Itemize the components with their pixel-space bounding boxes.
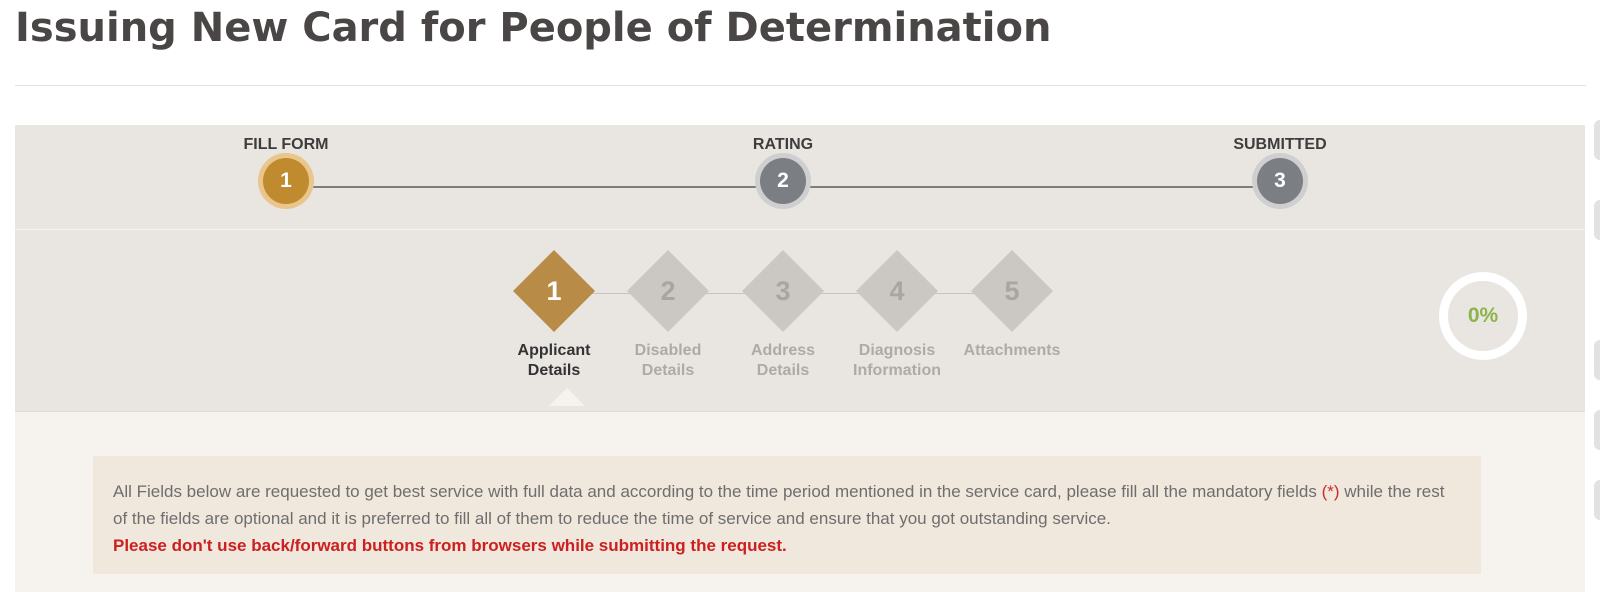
completion-progress-ring: 0% xyxy=(1439,272,1527,360)
sub-step-number-disabled: 2 xyxy=(660,276,676,306)
instructions-notice: All Fields below are requested to get be… xyxy=(93,456,1481,574)
sub-step-label-attachments[interactable]: Attachments xyxy=(952,341,1072,361)
page-title: Issuing New Card for People of Determina… xyxy=(15,5,1052,51)
sub-step-label-line: Information xyxy=(853,362,941,379)
sub-step-label-line: Details xyxy=(641,362,695,379)
browser-navigation-warning: Please don't use back/forward buttons fr… xyxy=(113,536,787,555)
instructions-text: All Fields below are requested to get be… xyxy=(113,478,1461,532)
completion-percentage: 0% xyxy=(1467,304,1499,327)
sub-step-label-line: Attachments xyxy=(963,342,1061,359)
sub-step-label-applicant[interactable]: Applicant Details xyxy=(494,341,614,381)
step-connector xyxy=(783,186,1280,188)
sub-step-number-address: 3 xyxy=(775,276,791,306)
mandatory-asterisk: (*) xyxy=(1321,482,1340,501)
sub-step-label-diagnosis[interactable]: Diagnosis Information xyxy=(837,341,957,381)
step-circle-fill-form[interactable]: 1 xyxy=(263,158,309,204)
step-circle-submitted[interactable]: 3 xyxy=(1257,158,1303,204)
step-label-submitted: SUBMITTED xyxy=(1233,136,1327,153)
sub-step-label-line: Details xyxy=(756,362,810,379)
side-tab[interactable] xyxy=(1594,480,1600,520)
title-divider xyxy=(15,85,1586,86)
side-tab[interactable] xyxy=(1594,410,1600,450)
form-content-area: All Fields below are requested to get be… xyxy=(15,412,1585,592)
sub-step-label-line: Diagnosis xyxy=(858,342,936,359)
sub-step-label-line: Details xyxy=(527,362,581,379)
form-section-steps: 1 Applicant Details 2 Disabled Details 3… xyxy=(15,230,1585,412)
side-tab[interactable] xyxy=(1594,120,1600,160)
step-circle-rating[interactable]: 2 xyxy=(760,158,806,204)
side-tab[interactable] xyxy=(1594,200,1600,240)
sub-step-number-attachments: 5 xyxy=(1004,276,1020,306)
sub-step-label-line: Address xyxy=(750,342,816,359)
side-panel-tabs xyxy=(1594,0,1600,592)
side-tab[interactable] xyxy=(1594,340,1600,380)
sub-step-label-line: Disabled xyxy=(634,342,702,359)
step-connector xyxy=(286,186,783,188)
instructions-text-part: All Fields below are requested to get be… xyxy=(113,482,1322,501)
step-label-fill-form: FILL FORM xyxy=(243,136,329,153)
sub-step-number-diagnosis: 4 xyxy=(889,276,905,306)
sub-step-label-address[interactable]: Address Details xyxy=(723,341,843,381)
active-step-pointer xyxy=(549,388,585,406)
sub-step-label-disabled[interactable]: Disabled Details xyxy=(608,341,728,381)
main-progress-steps: FILL FORM 1 RATING 2 SUBMITTED 3 xyxy=(15,125,1585,230)
sub-step-label-line: Applicant xyxy=(517,342,591,359)
step-label-rating: RATING xyxy=(752,136,814,153)
sub-step-number-applicant: 1 xyxy=(546,276,562,306)
